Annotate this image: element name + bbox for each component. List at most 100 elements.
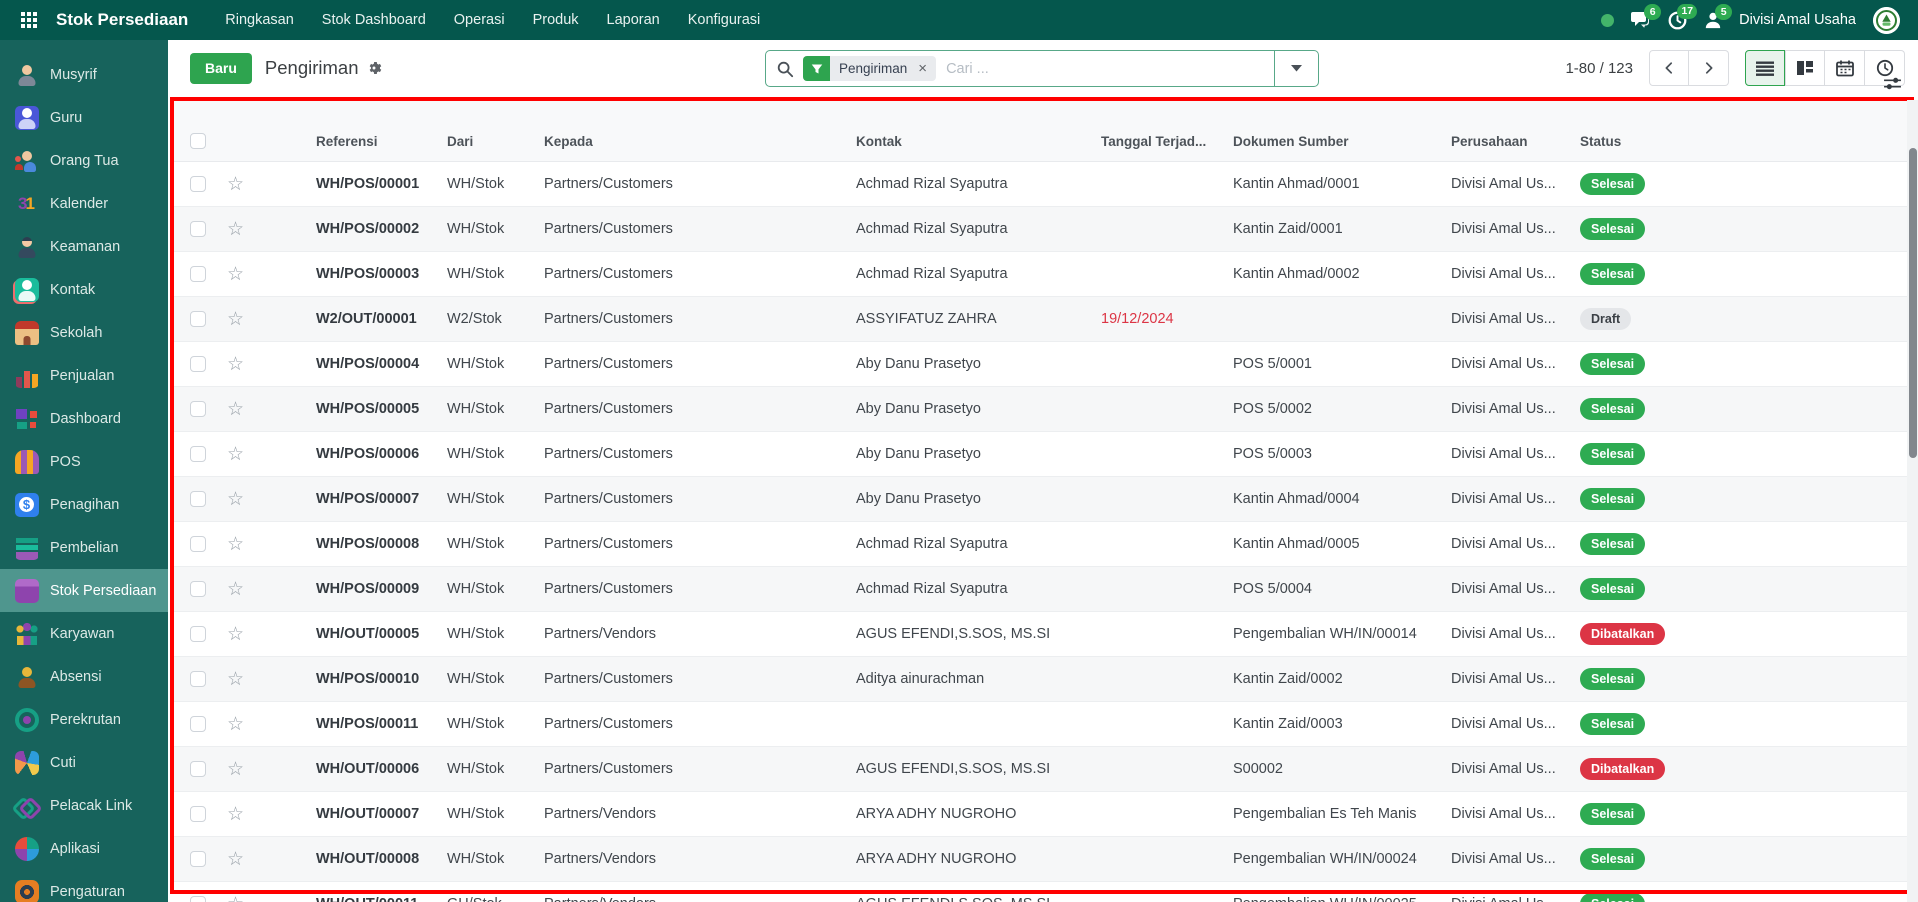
column-header-status[interactable]: Status <box>1580 134 1730 149</box>
table-row[interactable]: ☆WH/POS/00006WH/StokPartners/CustomersAb… <box>170 432 1914 477</box>
favorite-star-icon[interactable]: ☆ <box>226 715 244 734</box>
row-checkbox[interactable] <box>190 221 206 237</box>
row-checkbox[interactable] <box>190 896 206 902</box>
sidebar-item-pembelian[interactable]: Pembelian <box>0 526 168 569</box>
favorite-star-icon[interactable]: ☆ <box>226 670 244 689</box>
requests-button[interactable]: 5 <box>1704 11 1722 29</box>
row-checkbox[interactable] <box>190 536 206 552</box>
scrollbar-thumb[interactable] <box>1909 148 1917 458</box>
menu-laporan[interactable]: Laporan <box>596 12 671 28</box>
table-row[interactable]: ☆WH/OUT/00005WH/StokPartners/VendorsAGUS… <box>170 612 1914 657</box>
menu-produk[interactable]: Produk <box>522 12 590 28</box>
sidebar-item-cuti[interactable]: Cuti <box>0 741 168 784</box>
facet-close-icon[interactable]: × <box>916 56 936 81</box>
sidebar-item-dashboard[interactable]: Dashboard <box>0 397 168 440</box>
table-row[interactable]: ☆WH/OUT/00007WH/StokPartners/VendorsARYA… <box>170 792 1914 837</box>
favorite-star-icon[interactable]: ☆ <box>226 760 244 779</box>
list-view-button[interactable] <box>1745 50 1785 86</box>
row-checkbox[interactable] <box>190 581 206 597</box>
user-avatar[interactable] <box>1873 7 1900 34</box>
gear-icon[interactable] <box>366 60 382 76</box>
activities-button[interactable]: 17 <box>1668 11 1687 30</box>
favorite-star-icon[interactable]: ☆ <box>226 355 244 374</box>
sidebar-item-karyawan[interactable]: Karyawan <box>0 612 168 655</box>
menu-stok-dashboard[interactable]: Stok Dashboard <box>311 12 437 28</box>
sidebar-item-penjualan[interactable]: Penjualan <box>0 354 168 397</box>
table-row[interactable]: ☆WH/POS/00005WH/StokPartners/CustomersAb… <box>170 387 1914 432</box>
search-input[interactable] <box>936 61 1318 77</box>
table-row[interactable]: ☆WH/POS/00001WH/StokPartners/CustomersAc… <box>170 162 1914 207</box>
row-checkbox[interactable] <box>190 716 206 732</box>
sidebar-item-pelacak-link[interactable]: Pelacak Link <box>0 784 168 827</box>
sidebar-item-keamanan[interactable]: Keamanan <box>0 225 168 268</box>
sidebar-item-pengaturan[interactable]: Pengaturan <box>0 870 168 902</box>
table-row[interactable]: ☆WH/POS/00009WH/StokPartners/CustomersAc… <box>170 567 1914 612</box>
sidebar-item-absensi[interactable]: Absensi <box>0 655 168 698</box>
menu-konfigurasi[interactable]: Konfigurasi <box>677 12 772 28</box>
row-checkbox[interactable] <box>190 401 206 417</box>
favorite-star-icon[interactable]: ☆ <box>226 265 244 284</box>
favorite-star-icon[interactable]: ☆ <box>226 580 244 599</box>
column-header-kepada[interactable]: Kepada <box>544 134 856 149</box>
table-row[interactable]: ☆W2/OUT/00001W2/StokPartners/CustomersAS… <box>170 297 1914 342</box>
favorite-star-icon[interactable]: ☆ <box>226 175 244 194</box>
sidebar-item-musyrif[interactable]: Musyrif <box>0 53 168 96</box>
row-checkbox[interactable] <box>190 356 206 372</box>
favorite-star-icon[interactable]: ☆ <box>226 850 244 869</box>
row-checkbox[interactable] <box>190 266 206 282</box>
table-row[interactable]: ☆WH/POS/00010WH/StokPartners/CustomersAd… <box>170 657 1914 702</box>
kanban-view-button[interactable] <box>1785 50 1825 86</box>
app-brand[interactable]: Stok Persediaan <box>56 10 188 30</box>
apps-menu-button[interactable] <box>14 5 44 35</box>
select-all-checkbox[interactable] <box>190 133 206 149</box>
row-checkbox[interactable] <box>190 491 206 507</box>
favorite-star-icon[interactable]: ☆ <box>226 310 244 329</box>
sidebar-item-penagihan[interactable]: Penagihan <box>0 483 168 526</box>
calendar-view-button[interactable] <box>1825 50 1865 86</box>
favorite-star-icon[interactable]: ☆ <box>226 625 244 644</box>
table-row[interactable]: ☆WH/POS/00002WH/StokPartners/CustomersAc… <box>170 207 1914 252</box>
messages-button[interactable]: 6 <box>1631 11 1651 29</box>
column-header-kontak[interactable]: Kontak <box>856 134 1101 149</box>
table-row[interactable]: ☆WH/OUT/00011GH/StokPartners/VendorsAGUS… <box>170 882 1914 902</box>
search-dropdown-toggle[interactable] <box>1274 51 1318 86</box>
sidebar-item-guru[interactable]: Guru <box>0 96 168 139</box>
menu-operasi[interactable]: Operasi <box>443 12 516 28</box>
table-row[interactable]: ☆WH/OUT/00006WH/StokPartners/CustomersAG… <box>170 747 1914 792</box>
sidebar-item-kalender[interactable]: Kalender <box>0 182 168 225</box>
table-row[interactable]: ☆WH/POS/00004WH/StokPartners/CustomersAb… <box>170 342 1914 387</box>
pager-next-button[interactable] <box>1689 50 1729 86</box>
sidebar-item-orang-tua[interactable]: Orang Tua <box>0 139 168 182</box>
sidebar-item-pos[interactable]: POS <box>0 440 168 483</box>
table-row[interactable]: ☆WH/OUT/00008WH/StokPartners/VendorsARYA… <box>170 837 1914 882</box>
row-checkbox[interactable] <box>190 806 206 822</box>
menu-ringkasan[interactable]: Ringkasan <box>214 12 305 28</box>
favorite-star-icon[interactable]: ☆ <box>226 220 244 239</box>
favorite-star-icon[interactable]: ☆ <box>226 895 244 902</box>
row-checkbox[interactable] <box>190 671 206 687</box>
row-checkbox[interactable] <box>190 626 206 642</box>
sidebar-item-perekrutan[interactable]: Perekrutan <box>0 698 168 741</box>
row-checkbox[interactable] <box>190 311 206 327</box>
sidebar-item-kontak[interactable]: Kontak <box>0 268 168 311</box>
company-switcher[interactable]: Divisi Amal Usaha <box>1739 12 1856 28</box>
favorite-star-icon[interactable]: ☆ <box>226 805 244 824</box>
sidebar-item-sekolah[interactable]: Sekolah <box>0 311 168 354</box>
table-row[interactable]: ☆WH/POS/00011WH/StokPartners/CustomersKa… <box>170 702 1914 747</box>
search-bar[interactable]: Pengiriman × <box>765 50 1319 87</box>
row-checkbox[interactable] <box>190 761 206 777</box>
column-header-per[interactable]: Perusahaan <box>1451 134 1580 149</box>
row-checkbox[interactable] <box>190 851 206 867</box>
favorite-star-icon[interactable]: ☆ <box>226 490 244 509</box>
sidebar-item-aplikasi[interactable]: Aplikasi <box>0 827 168 870</box>
new-button[interactable]: Baru <box>190 53 252 84</box>
row-checkbox[interactable] <box>190 446 206 462</box>
optional-columns-button[interactable] <box>1883 76 1902 96</box>
column-header-tgl[interactable]: Tanggal Terjad... <box>1101 134 1233 149</box>
column-header-dari[interactable]: Dari <box>447 134 544 149</box>
sidebar-item-stok-persediaan[interactable]: Stok Persediaan <box>0 569 168 612</box>
favorite-star-icon[interactable]: ☆ <box>226 445 244 464</box>
row-checkbox[interactable] <box>190 176 206 192</box>
table-row[interactable]: ☆WH/POS/00007WH/StokPartners/CustomersAb… <box>170 477 1914 522</box>
pager-previous-button[interactable] <box>1649 50 1689 86</box>
